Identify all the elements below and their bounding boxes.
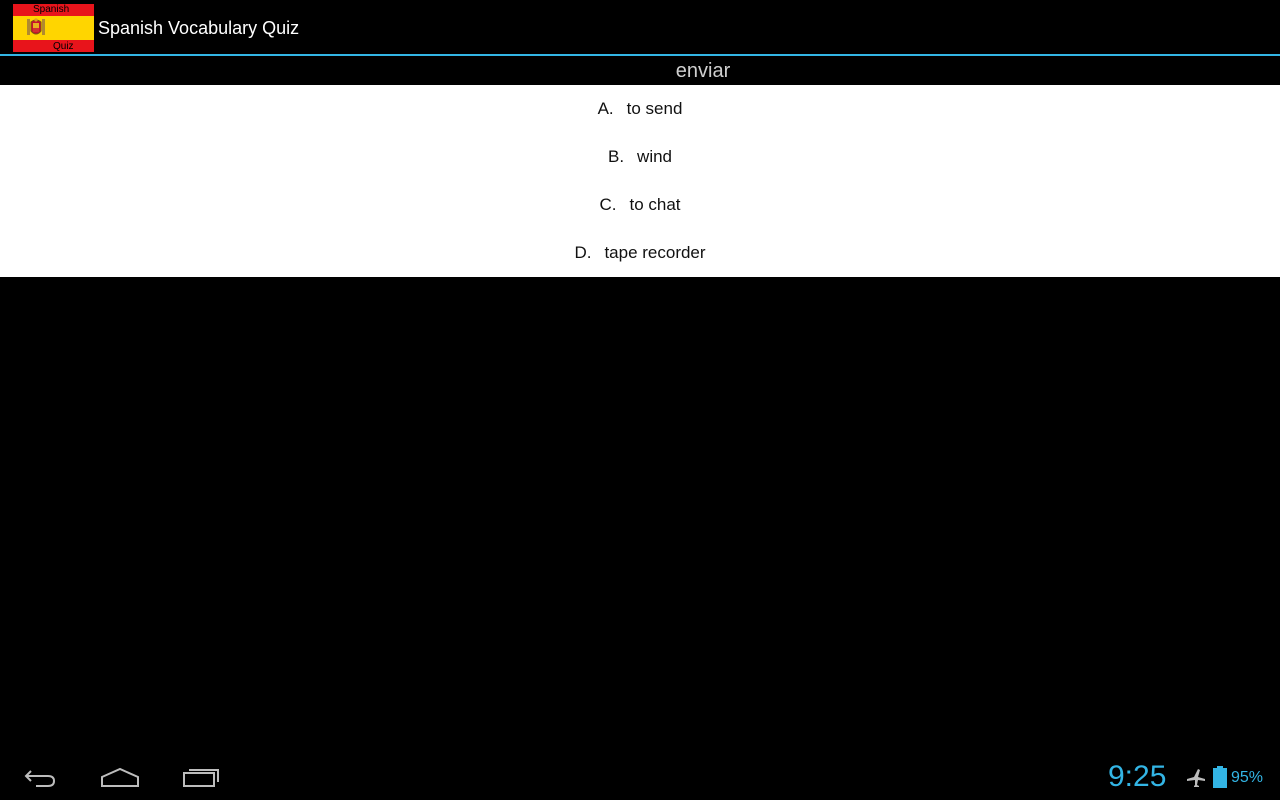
answer-option-d[interactable]: D. tape recorder <box>0 229 1280 277</box>
icon-word-quiz: Quiz <box>53 41 74 52</box>
answer-option-b[interactable]: B. wind <box>0 133 1280 181</box>
battery-icon <box>1213 766 1227 788</box>
back-icon <box>24 770 56 787</box>
answer-text: to chat <box>629 195 681 214</box>
recents-icon <box>183 769 219 787</box>
icon-word-spanish: Spanish <box>33 4 70 15</box>
answer-option-c[interactable]: C. to chat <box>0 181 1280 229</box>
recents-button[interactable] <box>173 760 229 794</box>
home-button[interactable] <box>92 760 148 794</box>
answer-list: A. to send B. wind C. to chat D. tape re… <box>0 85 1280 277</box>
answer-letter: B. <box>607 147 625 166</box>
answer-text: tape recorder <box>604 243 706 262</box>
back-button[interactable] <box>12 760 68 794</box>
airplane-mode-icon <box>1187 769 1205 787</box>
home-icon <box>101 767 139 787</box>
answer-text: wind <box>637 147 673 166</box>
answer-text: to send <box>626 99 683 118</box>
answer-letter: C. <box>599 195 617 214</box>
action-bar: Spanish Quiz Spanish Vocabulary Quiz <box>0 0 1280 56</box>
status-clock: 9:25 <box>1108 760 1167 793</box>
app-title: Spanish Vocabulary Quiz <box>98 18 300 38</box>
question-word: enviar <box>675 60 731 82</box>
answer-option-a[interactable]: A. to send <box>0 85 1280 133</box>
answer-letter: A. <box>597 99 614 118</box>
answer-letter: D. <box>574 243 592 262</box>
system-bar: 9:25 95% <box>0 752 1280 800</box>
battery-level: 95% <box>1231 769 1264 786</box>
coat-of-arms-icon <box>27 18 45 35</box>
spain-flag-icon: Spanish Quiz <box>13 4 94 52</box>
